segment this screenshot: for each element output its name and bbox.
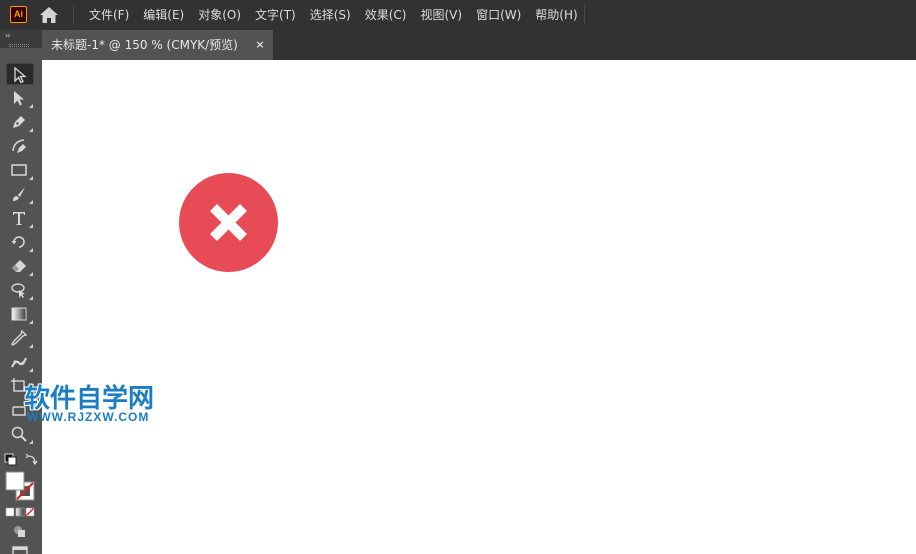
type-icon xyxy=(13,212,25,225)
paintbrush-tool[interactable] xyxy=(6,183,34,205)
menu-select[interactable]: 选择(S) xyxy=(303,0,358,30)
rectangle-tool[interactable] xyxy=(6,159,34,181)
puppet-warp-tool[interactable] xyxy=(6,351,34,373)
draw-mode-icon[interactable] xyxy=(12,524,28,540)
home-icon xyxy=(40,7,58,23)
direct-selection-tool[interactable] xyxy=(6,87,34,109)
app-logo: Ai xyxy=(10,6,27,23)
color-mode-buttons xyxy=(5,507,35,517)
lasso-icon xyxy=(11,283,25,298)
rotate-icon xyxy=(11,236,25,248)
gradient-mode-icon[interactable] xyxy=(15,507,25,517)
puppet-warp-icon xyxy=(11,357,27,368)
menu-bar: Ai 文件(F) 编辑(E) 对象(O) 文字(T) 选择(S) 效果(C) 视… xyxy=(0,0,916,30)
close-tab-icon[interactable]: × xyxy=(253,38,267,52)
pen-tool[interactable] xyxy=(6,111,34,133)
gradient-tool[interactable] xyxy=(6,303,34,325)
watermark: 软件自学网 WWW.RJZXW.COM xyxy=(24,378,174,428)
eyedropper-tool[interactable] xyxy=(6,327,34,349)
watermark-url: WWW.RJZXW.COM xyxy=(27,410,150,424)
eraser-tool[interactable] xyxy=(6,255,34,277)
home-button[interactable] xyxy=(38,5,60,25)
fill-swatch[interactable] xyxy=(5,471,25,491)
rotate-tool[interactable] xyxy=(6,231,34,253)
color-mode-icon[interactable] xyxy=(5,507,15,517)
panel-grip[interactable] xyxy=(9,44,29,47)
document-tab-bar: 未标题-1* @ 150 % (CMYK/预览) × xyxy=(42,30,916,60)
shape-builder-tool[interactable] xyxy=(6,279,34,301)
tools-panel: ›› xyxy=(0,30,42,554)
curvature-tool[interactable] xyxy=(6,135,34,157)
document-tab[interactable]: 未标题-1* @ 150 % (CMYK/预览) × xyxy=(42,30,273,60)
selection-arrow-icon xyxy=(14,66,27,84)
menu-help[interactable]: 帮助(H) xyxy=(528,0,584,30)
menu-items: 文件(F) 编辑(E) 对象(O) 文字(T) 选择(S) 效果(C) 视图(V… xyxy=(82,0,585,30)
collapse-panel-icon[interactable]: ›› xyxy=(5,31,11,40)
curvature-pen-icon xyxy=(12,139,26,153)
close-circle-icon[interactable] xyxy=(179,173,278,272)
eraser-icon xyxy=(12,260,26,272)
tools-panel-header: ›› xyxy=(0,30,42,48)
artboard-canvas[interactable] xyxy=(42,60,916,554)
direct-selection-icon xyxy=(14,91,24,106)
paintbrush-icon xyxy=(13,187,25,201)
none-mode-icon[interactable] xyxy=(25,507,35,517)
menu-effect[interactable]: 效果(C) xyxy=(358,0,414,30)
type-tool[interactable] xyxy=(6,207,34,229)
menu-divider-end xyxy=(584,5,585,25)
default-swap-colors xyxy=(4,453,38,466)
screen-mode-icon[interactable] xyxy=(11,545,29,554)
swap-colors-icon[interactable] xyxy=(25,453,38,466)
rectangle-icon xyxy=(11,164,27,176)
menu-view[interactable]: 视图(V) xyxy=(413,0,469,30)
menu-divider xyxy=(73,5,74,25)
menu-type[interactable]: 文字(T) xyxy=(248,0,303,30)
menu-object[interactable]: 对象(O) xyxy=(191,0,248,30)
default-colors-icon[interactable] xyxy=(4,453,17,466)
eyedropper-icon xyxy=(11,329,28,346)
menu-file[interactable]: 文件(F) xyxy=(82,0,136,30)
pen-icon xyxy=(13,116,25,128)
document-tab-title: 未标题-1* @ 150 % (CMYK/预览) xyxy=(51,38,238,52)
gradient-icon xyxy=(11,307,27,321)
fill-stroke-swatches xyxy=(5,471,35,501)
selection-tool[interactable] xyxy=(6,63,34,85)
menu-window[interactable]: 窗口(W) xyxy=(469,0,528,30)
menu-edit[interactable]: 编辑(E) xyxy=(136,0,191,30)
